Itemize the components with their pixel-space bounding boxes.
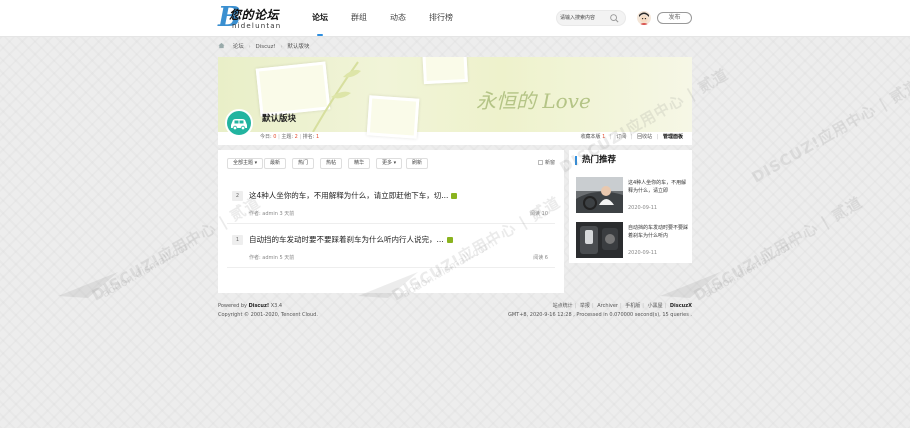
banner-leaf-decoration bbox=[312, 61, 361, 132]
footer-powered: Powered by Discuz! X3.4 Copyright © 2001… bbox=[218, 302, 318, 320]
footer-link-report[interactable]: 举报 bbox=[580, 303, 590, 309]
thread-title-link[interactable]: 自动挡的车发动时要不要踩着刹车为什么听内行人说完，... bbox=[249, 234, 453, 245]
breadcrumb-discuz[interactable]: Discuz! bbox=[255, 44, 275, 50]
footer-links: 站点统计 | 举报 | Archiver | 手机版 | 小黑屋 | DiscuzX GM… bbox=[507, 303, 692, 318]
footer-link-blacklist[interactable]: 小黑屋 bbox=[648, 303, 663, 309]
stat-rank-value: 1 bbox=[315, 134, 320, 140]
recommend-item[interactable]: 自动挡的车发动时要不要踩着刹车为什么听内 2020-09-11 bbox=[576, 222, 688, 260]
powered-brand[interactable]: Discuz! bbox=[249, 303, 270, 309]
breadcrumb-separator: › bbox=[248, 44, 251, 50]
hot-recommend-panel: 热门推荐 这4种人坐你的车，不用解释为什么，请立即 2020-09-11 自动挡… bbox=[569, 150, 692, 263]
powered-version: X3.4 bbox=[269, 303, 283, 309]
filter-hot-posts[interactable]: 热帖 bbox=[320, 158, 343, 169]
breadcrumb-current: 默认版块 bbox=[287, 44, 310, 50]
image-attachment-icon bbox=[451, 193, 458, 199]
checkbox-icon[interactable] bbox=[537, 160, 543, 165]
search-input[interactable] bbox=[560, 13, 606, 23]
nav-forum[interactable]: 论坛 bbox=[312, 0, 328, 37]
post-button[interactable]: 发布 bbox=[657, 12, 692, 24]
reply-count: 1 bbox=[232, 235, 243, 245]
forum-car-icon bbox=[225, 109, 253, 137]
nav-groups[interactable]: 群组 bbox=[351, 0, 367, 37]
recommend-thumbnail[interactable] bbox=[576, 177, 623, 213]
site-logo[interactable]: B 您的论坛 nideluntan bbox=[218, 4, 298, 32]
filter-all-topics[interactable]: 全部主题 ▾ bbox=[227, 158, 264, 169]
recommend-title[interactable]: 这4种人坐你的车，不用解释为什么，请立即 bbox=[628, 179, 688, 195]
filter-refresh[interactable]: 刷新 bbox=[406, 158, 429, 169]
forum-title: 默认版块 bbox=[262, 114, 297, 124]
footer-link-archiver[interactable]: Archiver bbox=[597, 303, 618, 309]
nav-feed[interactable]: 动态 bbox=[390, 0, 406, 37]
recommend-date: 2020-09-11 bbox=[628, 250, 658, 256]
recommend-item[interactable]: 这4种人坐你的车，不用解释为什么，请立即 2020-09-11 bbox=[576, 177, 688, 215]
top-header: B 您的论坛 nideluntan 论坛 群组 动态 排行榜 发布 bbox=[0, 0, 910, 37]
recommend-thumbnail[interactable] bbox=[576, 222, 623, 258]
footer-brand[interactable]: DiscuzX bbox=[670, 303, 692, 309]
recommend-title[interactable]: 自动挡的车发动时要不要踩着刹车为什么听内 bbox=[628, 224, 688, 240]
filter-latest[interactable]: 最新 bbox=[264, 158, 287, 169]
breadcrumb-forum[interactable]: 论坛 bbox=[233, 44, 244, 50]
footer-link-mobile[interactable]: 手机版 bbox=[625, 303, 640, 309]
stat-today-value: 0 bbox=[273, 134, 277, 140]
search-box bbox=[556, 10, 626, 26]
recommend-date: 2020-09-11 bbox=[628, 205, 658, 211]
thread-author-time: 作者: admin 5 天前 bbox=[249, 255, 295, 261]
nav-ranking[interactable]: 排行榜 bbox=[429, 0, 453, 37]
thread-title-link[interactable]: 这4种人坐你的车，不用解释为什么，请立即赶他下车，切... bbox=[249, 190, 458, 201]
banner-love-text: 永恒的 Love bbox=[476, 89, 591, 113]
footer-link-stats[interactable]: 站点统计 bbox=[553, 303, 573, 309]
copyright: Copyright © 2001-2020, Tencent Cloud. bbox=[218, 312, 318, 318]
user-avatar[interactable] bbox=[637, 11, 651, 25]
stat-today-label: 今日: bbox=[260, 134, 272, 140]
filter-more[interactable]: 更多 ▾ bbox=[376, 158, 403, 169]
thread-views: 阅读 6 bbox=[533, 255, 548, 261]
search-icon[interactable] bbox=[609, 13, 620, 24]
logo-title: 您的论坛 bbox=[229, 8, 280, 22]
banner-photo-frame bbox=[422, 57, 468, 85]
logo-subtitle: nideluntan bbox=[232, 22, 282, 30]
stat-topics-value: 2 bbox=[294, 134, 298, 140]
new-window-label: 新窗 bbox=[544, 160, 555, 166]
filter-digest[interactable]: 精华 bbox=[348, 158, 371, 169]
new-window-toggle[interactable]: 新窗 bbox=[537, 159, 555, 166]
filter-hot[interactable]: 热门 bbox=[292, 158, 315, 169]
home-icon[interactable] bbox=[218, 42, 225, 49]
image-attachment-icon bbox=[446, 237, 453, 243]
manage-panel-link[interactable]: 管理面板 bbox=[663, 134, 683, 140]
powered-prefix: Powered by bbox=[218, 303, 249, 309]
footer-runtime: GMT+8, 2020-9-16 12:28 , Processed in 0.… bbox=[507, 312, 692, 318]
stat-topics-label: 主题: bbox=[281, 134, 294, 140]
breadcrumb: 论坛 › Discuz! › 默认版块 bbox=[218, 42, 312, 52]
banner-photo-frame bbox=[366, 95, 420, 139]
breadcrumb-separator: › bbox=[280, 44, 283, 50]
forum-stats: 今日: 0 | 主题: 2 | 排名: 1 bbox=[260, 134, 320, 140]
stat-rank-label: 排名: bbox=[302, 134, 315, 140]
